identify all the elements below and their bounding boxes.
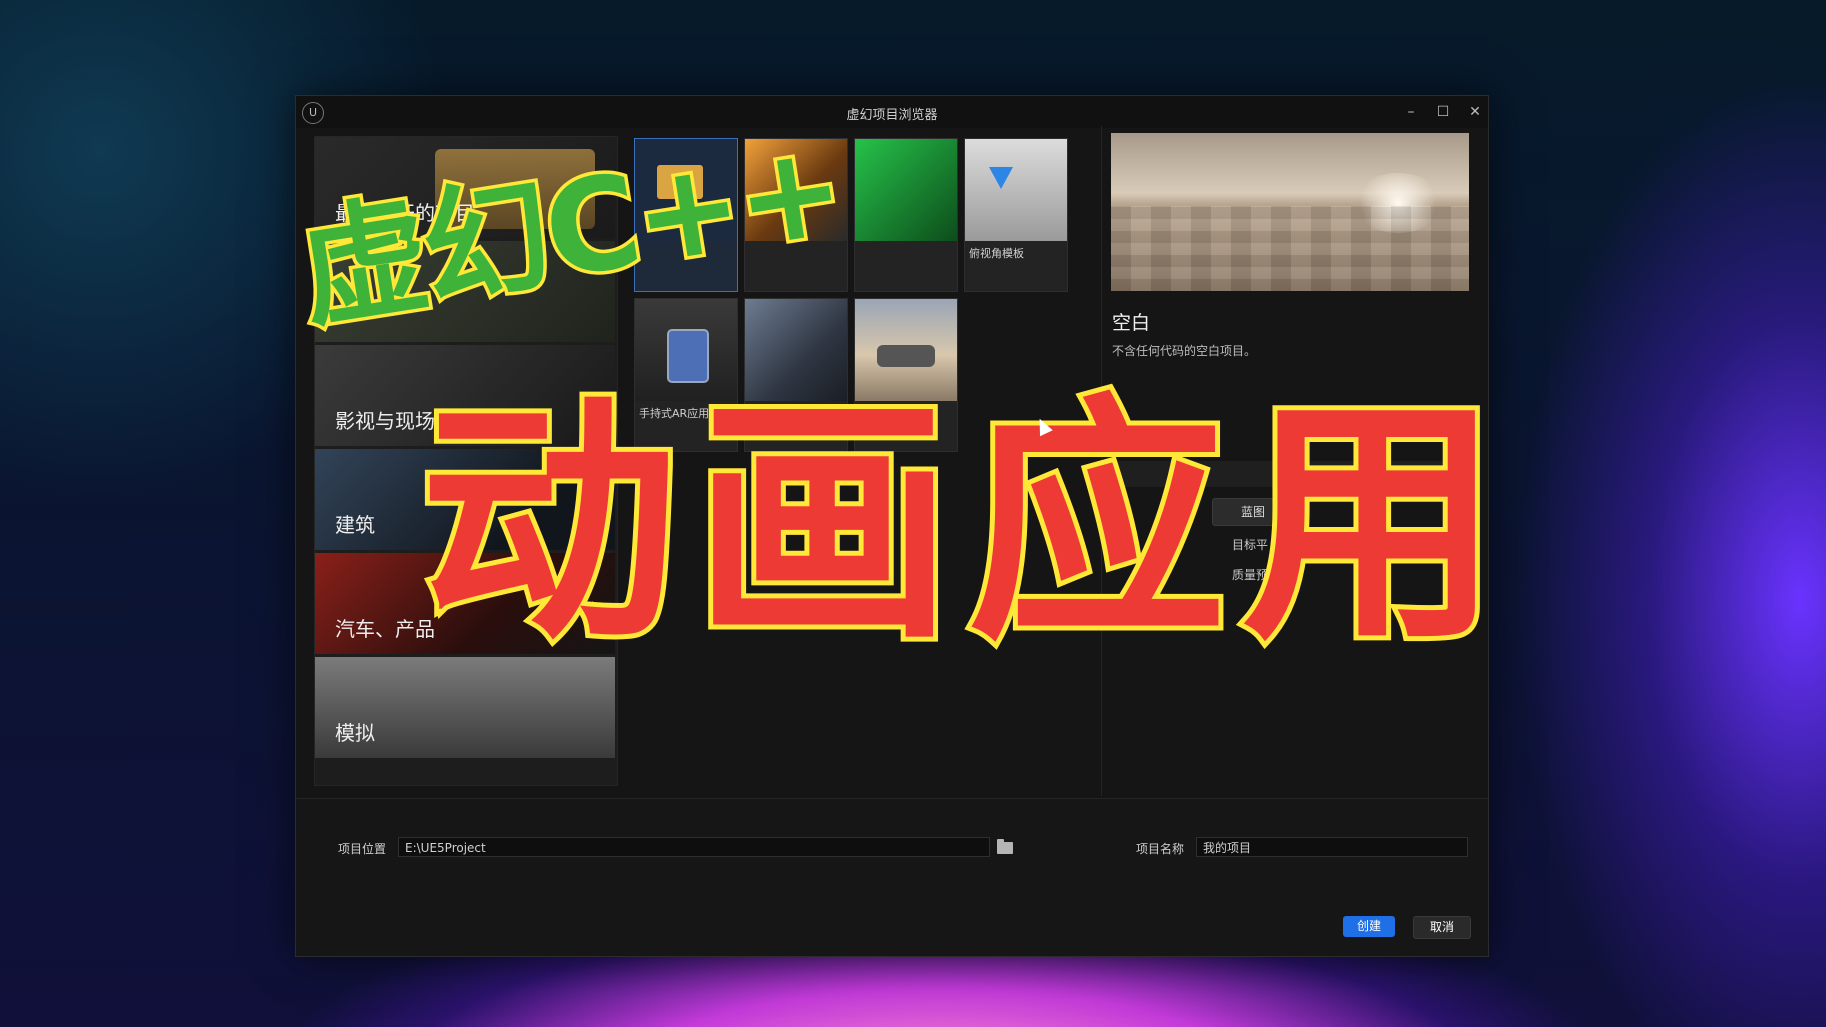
category-label: 模拟 [335,721,375,745]
template-label: 俯视角模板 [969,247,1024,260]
category-label: 建筑 [335,513,375,537]
cancel-button[interactable]: 取消 [1413,916,1471,939]
maximize-button[interactable]: ☐ [1428,100,1458,124]
template-title: 空白 [1112,312,1151,334]
project-name-label: 项目名称 [1136,842,1185,856]
project-location-input[interactable]: E:\UE5Project [398,837,990,857]
create-button[interactable]: 创建 [1343,916,1395,937]
project-location-label: 项目位置 [338,842,387,856]
title-bar: U 虚幻项目浏览器 – ☐ ✕ [296,96,1488,128]
minimize-button[interactable]: – [1396,100,1426,124]
template-thumbnail [965,139,1067,241]
template-third-person[interactable] [854,138,958,292]
template-preview-image [1111,133,1469,291]
vehicle-icon [877,345,935,367]
template-thumbnail [855,139,957,241]
arrow-down-icon [989,167,1013,189]
window-title: 虚幻项目浏览器 [846,108,938,123]
project-name-input[interactable]: 我的项目 [1196,837,1468,857]
close-button[interactable]: ✕ [1460,100,1490,124]
template-top-down[interactable]: 俯视角模板 [964,138,1068,292]
floor-grid [1111,206,1469,291]
overlay-title-line2: 动画应用 [415,374,1516,674]
bottom-bar: 项目位置 E:\UE5Project 项目名称 我的项目 创建 取消 [296,798,1488,956]
template-description: 不含任何代码的空白项目。 [1112,344,1257,358]
browse-folder-icon[interactable] [997,839,1013,854]
